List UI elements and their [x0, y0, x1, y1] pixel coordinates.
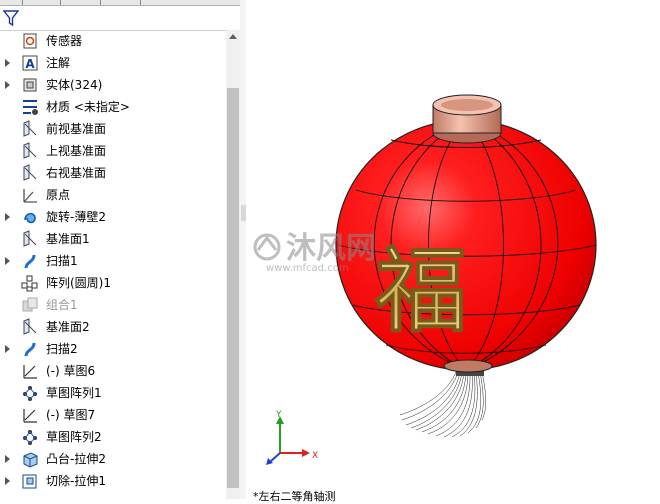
sketch-icon [23, 409, 37, 423]
view-orientation-label: *左右二等角轴测 [253, 490, 336, 503]
tree-item-label: 前视基准面 [46, 122, 107, 136]
sweep-icon [24, 342, 36, 357]
tree-item-label: 草图阵列2 [46, 430, 102, 444]
graphics-viewport[interactable]: 福 沐风网 www.mfcad.com Y X [246, 0, 660, 499]
fu-character: 福 [374, 237, 467, 345]
tree-item-label: 右视基准面 [46, 166, 107, 180]
combine-icon [22, 297, 38, 312]
tree-item-label: (-) 草图7 [46, 408, 96, 422]
tree-item-label: 扫描2 [46, 342, 78, 356]
plane-icon [23, 164, 37, 181]
expand-arrow-icon[interactable] [5, 59, 10, 67]
feature-manager-panel: 传感器 A 注解实体(324) 材质 <未指定> 前视基准面上视基准面右视基准面原点旋转… [0, 0, 241, 499]
sketch-icon [23, 365, 37, 379]
sensor-icon [23, 33, 37, 49]
tree-item-label: 旋转-薄壁2 [46, 210, 106, 224]
svg-text:A: A [25, 57, 35, 71]
tree-item[interactable]: 传感器 [0, 30, 226, 52]
tree-item[interactable]: 右视基准面 [0, 162, 226, 184]
material-icon [23, 100, 38, 115]
expand-arrow-icon[interactable] [5, 81, 10, 89]
tree-item[interactable]: (-) 草图6 [0, 360, 226, 382]
tree-item[interactable]: 切除-拉伸1 [0, 470, 226, 492]
tree-item[interactable]: 材质 <未指定> [0, 96, 226, 118]
tree-item[interactable]: 旋转-薄壁2 [0, 206, 226, 228]
tree-item-label: 阵列(圆周)1 [46, 276, 111, 290]
tree-item[interactable]: 实体(324) [0, 74, 226, 96]
tree-item-label: 组合1 [46, 298, 78, 312]
filter-bar [0, 6, 240, 31]
tree-item[interactable]: 组合1 [0, 294, 226, 316]
tree-item-label: 切除-拉伸1 [46, 474, 106, 488]
tree-item[interactable]: 阵列(圆周)1 [0, 272, 226, 294]
tree-item-label: 实体(324) [46, 78, 103, 92]
tree-item-label: 材质 <未指定> [46, 100, 130, 114]
tree-item-label: (-) 草图6 [46, 364, 96, 378]
tree-item[interactable]: 基准面2 [0, 316, 226, 338]
tree-item-label: 草图阵列1 [46, 386, 102, 400]
tree-item[interactable]: 凸台-拉伸2 [0, 448, 226, 470]
origin-icon [23, 189, 37, 203]
circular-pattern-icon [21, 275, 38, 292]
feature-tree: 传感器 A 注解实体(324) 材质 <未指定> 前视基准面上视基准面右视基准面原点旋转… [0, 30, 226, 499]
solid-bodies-icon [23, 78, 37, 92]
tree-item-label: 基准面2 [46, 320, 90, 334]
axis-triad: Y X [266, 410, 318, 465]
tab-divider [22, 0, 23, 5]
tree-item[interactable]: 扫描2 [0, 338, 226, 360]
tree-item-label: 传感器 [46, 34, 83, 48]
tree-item[interactable]: A 注解 [0, 52, 226, 74]
tree-item[interactable]: (-) 草图7 [0, 404, 226, 426]
annotation-icon: A [22, 55, 38, 71]
watermark-text: 沐风网 [286, 231, 376, 266]
tree-item[interactable]: 前视基准面 [0, 118, 226, 140]
sketch-pattern-icon [23, 386, 37, 401]
plane-icon [23, 142, 37, 159]
axis-y-label: Y [275, 410, 282, 420]
scroll-thumb[interactable] [227, 88, 239, 488]
sweep-icon [24, 254, 36, 269]
tab-divider [100, 0, 101, 5]
revolve-icon [24, 212, 36, 224]
plane-icon [23, 318, 37, 335]
lantern-model[interactable]: 福 沐风网 www.mfcad.com Y X [246, 0, 660, 499]
expand-arrow-icon[interactable] [5, 455, 10, 463]
tree-item-label: 注解 [46, 56, 71, 70]
tab-divider [60, 0, 61, 5]
expand-arrow-icon[interactable] [5, 213, 10, 221]
tree-item[interactable]: 上视基准面 [0, 140, 226, 162]
tab-divider [140, 0, 141, 5]
expand-arrow-icon[interactable] [5, 257, 10, 265]
scroll-up-arrow-icon[interactable] [229, 34, 237, 39]
tree-item-label: 基准面1 [46, 232, 90, 246]
plane-icon [23, 230, 37, 247]
tree-item[interactable]: 扫描1 [0, 250, 226, 272]
tree-item[interactable]: 基准面1 [0, 228, 226, 250]
tree-item[interactable]: 原点 [0, 184, 226, 206]
cut-extrude-icon [22, 474, 37, 489]
plane-icon [23, 120, 37, 137]
tree-item[interactable]: 草图阵列1 [0, 382, 226, 404]
sketch-pattern-icon [23, 430, 37, 445]
watermark-url: www.mfcad.com [266, 263, 349, 274]
filter-icon[interactable] [3, 9, 19, 27]
expand-arrow-icon[interactable] [5, 477, 10, 485]
expand-arrow-icon[interactable] [5, 345, 10, 353]
tree-item-label: 原点 [46, 188, 71, 202]
lantern-tassel [399, 371, 486, 438]
tree-item-label: 扫描1 [46, 254, 78, 268]
boss-extrude-icon [23, 452, 38, 468]
axis-x-label: X [312, 451, 318, 461]
tree-item-label: 凸台-拉伸2 [46, 452, 106, 466]
tree-item[interactable]: 草图阵列2 [0, 426, 226, 448]
tree-item-label: 上视基准面 [46, 144, 107, 158]
